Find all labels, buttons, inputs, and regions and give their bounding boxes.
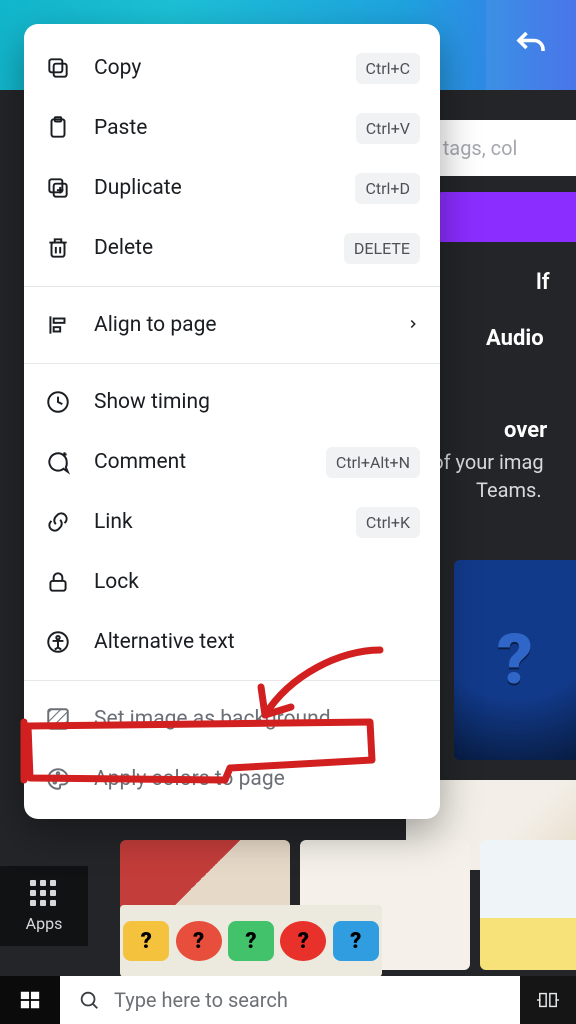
menu-item-label: Set image as background	[94, 707, 420, 731]
menu-item-lock[interactable]: Lock	[24, 552, 440, 612]
menu-item-duplicate[interactable]: Duplicate Ctrl+D	[24, 158, 440, 218]
menu-separator	[24, 286, 440, 287]
menu-item-label: Show timing	[94, 390, 420, 414]
menu-item-shortcut: DELETE	[344, 233, 420, 264]
menu-item-label: Alternative text	[94, 630, 420, 654]
menu-item-set-image-as-background[interactable]: Set image as background	[24, 689, 440, 749]
taskbar-search-placeholder: Type here to search	[114, 988, 288, 1012]
menu-item-label: Comment	[94, 450, 326, 474]
duplicate-icon	[44, 174, 72, 202]
menu-item-apply-colors-to-page[interactable]: Apply colors to page	[24, 749, 440, 809]
search-icon	[78, 989, 100, 1011]
menu-item-shortcut: Ctrl+Alt+N	[326, 447, 420, 478]
tab-audio-label[interactable]: Audio	[486, 326, 576, 351]
menu-item-label: Link	[94, 510, 356, 534]
menu-item-copy[interactable]: Copy Ctrl+C	[24, 38, 440, 98]
menu-item-label: Copy	[94, 56, 356, 80]
paste-icon	[44, 114, 72, 142]
taskbar-search[interactable]: Type here to search	[60, 976, 520, 1024]
clipped-text-sub1: d of your imag	[416, 450, 576, 474]
thumbnail[interactable]	[480, 840, 576, 970]
task-view-icon	[537, 989, 559, 1011]
menu-item-alternative-text[interactable]: Alternative text	[24, 612, 440, 672]
apps-grid-icon	[30, 880, 58, 908]
menu-item-show-timing[interactable]: Show timing	[24, 372, 440, 432]
windows-icon	[19, 989, 41, 1011]
align-icon	[44, 311, 72, 339]
clock-icon	[44, 388, 72, 416]
question-mark-icon: ?	[497, 619, 533, 701]
menu-item-shortcut: Ctrl+K	[356, 507, 420, 538]
clipped-text-lf: lf	[536, 270, 576, 295]
menu-item-label: Apply colors to page	[94, 767, 420, 791]
accent-strip	[436, 192, 576, 242]
windows-taskbar: Type here to search	[0, 976, 576, 1024]
clipped-text-over: over	[504, 418, 576, 443]
menu-item-label: Paste	[94, 116, 356, 140]
background-icon	[44, 705, 72, 733]
menu-item-link[interactable]: Link Ctrl+K	[24, 492, 440, 552]
menu-item-shortcut: Ctrl+V	[356, 113, 420, 144]
task-view-button[interactable]	[520, 976, 576, 1024]
undo-icon	[513, 27, 549, 63]
start-button[interactable]	[0, 976, 60, 1024]
menu-item-label: Duplicate	[94, 176, 355, 200]
link-icon	[44, 508, 72, 536]
menu-item-comment[interactable]: Comment Ctrl+Alt+N	[24, 432, 440, 492]
copy-icon	[44, 54, 72, 82]
undo-button[interactable]	[486, 0, 576, 90]
chevron-right-icon	[406, 313, 420, 337]
sidebar-item-label: Apps	[26, 914, 63, 933]
menu-item-delete[interactable]: Delete DELETE	[24, 218, 440, 278]
menu-item-align-to-page[interactable]: Align to page	[24, 295, 440, 355]
menu-item-shortcut: Ctrl+D	[355, 173, 420, 204]
context-menu: Copy Ctrl+C Paste Ctrl+V Duplicate Ctrl+…	[24, 24, 440, 819]
palette-icon	[44, 765, 72, 793]
clipped-text-sub2: Teams.	[476, 478, 576, 502]
menu-separator	[24, 363, 440, 364]
comment-icon	[44, 448, 72, 476]
accessibility-icon	[44, 628, 72, 656]
menu-item-label: Lock	[94, 570, 420, 594]
sidebar-item-apps[interactable]: Apps	[0, 866, 88, 946]
menu-item-paste[interactable]: Paste Ctrl+V	[24, 98, 440, 158]
menu-item-shortcut: Ctrl+C	[356, 53, 420, 84]
thumbnail-question-box[interactable]: ?	[454, 560, 576, 760]
thumbnail-stickynotes[interactable]: ? ? ? ? ?	[120, 905, 382, 977]
menu-item-label: Delete	[94, 236, 344, 260]
menu-item-label: Align to page	[94, 313, 406, 337]
menu-separator	[24, 680, 440, 681]
trash-icon	[44, 234, 72, 262]
lock-icon	[44, 568, 72, 596]
